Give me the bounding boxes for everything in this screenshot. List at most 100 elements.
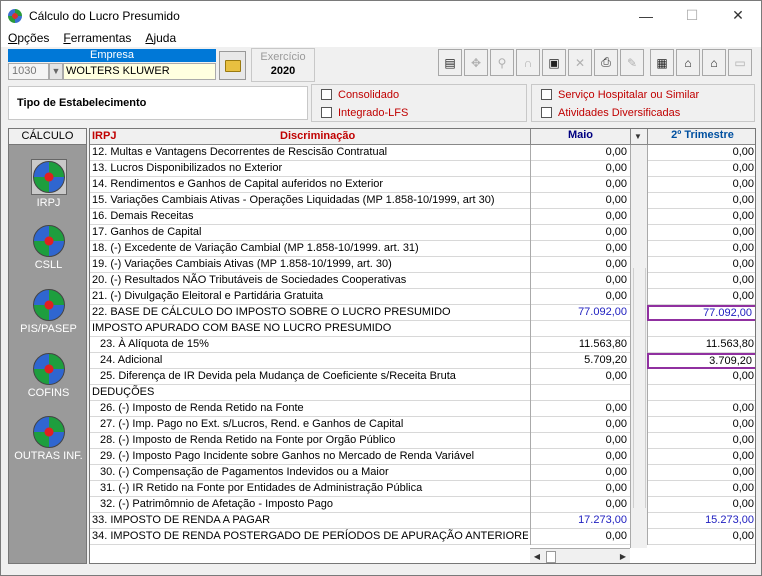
empresa-code-field[interactable]: 1030 [8, 63, 49, 80]
row-value-maio[interactable]: 0,00 [530, 417, 630, 433]
open-folder-button[interactable] [219, 51, 246, 80]
row-value-maio[interactable]: 0,00 [530, 465, 630, 481]
atividades-diversificadas-checkbox[interactable]: Atividades Diversificadas [541, 104, 754, 121]
table-row: 14. Rendimentos e Ganhos de Capital aufe… [90, 177, 755, 193]
sidebar-item-irpj[interactable]: IRPJ [9, 159, 88, 209]
row-value-trimestre: 0,00 [647, 193, 755, 209]
row-value-maio[interactable]: 0,00 [530, 225, 630, 241]
delete-icon[interactable]: ✕ [568, 49, 592, 76]
tool-icon[interactable]: ✎ [620, 49, 644, 76]
col-header-irpj: IRPJ [92, 130, 117, 142]
row-value-maio[interactable]: 0,00 [530, 177, 630, 193]
row-value-maio[interactable]: 0,00 [530, 145, 630, 161]
minimize-button[interactable]: — [623, 1, 669, 30]
servico-hospitalar-checkbox[interactable]: Serviço Hospitalar ou Similar [541, 86, 754, 103]
calculo-grid: IRPJ Discriminação Maio ▼ 2º Trimestre 1… [89, 128, 756, 564]
scroll-right-icon[interactable]: ▶ [616, 550, 630, 564]
row-value-maio[interactable] [530, 321, 630, 337]
navigate-icon[interactable]: ✥ [464, 49, 488, 76]
row-value-maio[interactable]: 0,00 [530, 401, 630, 417]
exercicio-label: Exercício [260, 51, 306, 63]
row-value-maio[interactable]: 5.709,20 [530, 353, 630, 369]
magnet-icon[interactable]: ∩ [516, 49, 540, 76]
print-icon[interactable]: ⎙ [594, 49, 618, 76]
sidebar-item-outras-inf[interactable]: OUTRAS INF. [9, 416, 88, 462]
table-row: 34. IMPOSTO DE RENDA POSTERGADO DE PERÍO… [90, 529, 755, 545]
empresa-spin-button[interactable]: ▼ [49, 63, 63, 80]
checkbox-icon [321, 89, 332, 100]
horizontal-scrollbar[interactable]: ◀ ▶ [530, 548, 630, 564]
row-value-maio[interactable]: 0,00 [530, 273, 630, 289]
table-row: 28. (-) Imposto de Renda Retido na Fonte… [90, 433, 755, 449]
row-description: 29. (-) Imposto Pago Incidente sobre Gan… [100, 450, 475, 462]
row-value-maio[interactable]: 77.092,00 [530, 305, 630, 321]
document-icon[interactable]: ▤ [438, 49, 462, 76]
row-value-trimestre [647, 321, 755, 337]
row-value-maio[interactable]: 0,00 [530, 161, 630, 177]
row-value-maio[interactable]: 0,00 [530, 481, 630, 497]
search-icon[interactable]: ⚲ [490, 49, 514, 76]
row-value-maio[interactable]: 0,00 [530, 497, 630, 513]
scroll-thumb-horizontal[interactable] [546, 550, 556, 563]
checkbox-icon [541, 107, 552, 118]
bank-icon[interactable]: ⌂ [676, 49, 700, 76]
row-value-trimestre: 0,00 [647, 529, 755, 545]
globe-icon [32, 353, 65, 385]
row-value-trimestre: 3.709,20 [647, 353, 755, 369]
row-value-maio[interactable]: 0,00 [530, 289, 630, 305]
row-value-maio[interactable] [530, 385, 630, 401]
grid-header: IRPJ Discriminação Maio ▼ 2º Trimestre [90, 129, 755, 145]
scroll-thumb[interactable] [633, 268, 646, 508]
row-value-trimestre: 0,00 [647, 449, 755, 465]
month-dropdown-button[interactable]: ▼ [630, 129, 645, 144]
table-row: 21. (-) Divulgação Eleitoral e Partidári… [90, 289, 755, 305]
col-header-discriminacao: Discriminação [280, 130, 356, 142]
report-icon[interactable]: ▦ [650, 49, 674, 76]
row-description: 33. IMPOSTO DE RENDA A PAGAR [92, 514, 271, 526]
row-value-maio[interactable]: 0,00 [530, 209, 630, 225]
row-value-trimestre: 0,00 [647, 209, 755, 225]
table-row: 24. Adicional 5.709,20 3.709,20 [90, 353, 755, 369]
scroll-left-icon[interactable]: ◀ [530, 550, 544, 564]
row-value-trimestre: 0,00 [647, 257, 755, 273]
integrado-checkbox[interactable]: Integrado-LFS [321, 104, 526, 121]
window-icon[interactable]: ▭ [728, 49, 752, 76]
save-icon[interactable]: ▣ [542, 49, 566, 76]
table-row: DEDUÇÕES [90, 385, 755, 401]
menu-opcoes[interactable]: Opções [1, 31, 56, 45]
row-description: 23. À Alíquota de 15% [100, 338, 209, 350]
vertical-scrollbar[interactable] [630, 145, 647, 548]
sidebar-item-csll[interactable]: CSLL [9, 225, 88, 271]
bank-alt-icon[interactable]: ⌂ [702, 49, 726, 76]
row-value-trimestre: 0,00 [647, 273, 755, 289]
table-row: 13. Lucros Disponibilizados no Exterior 0… [90, 161, 755, 177]
menu-bar: Opções Ferramentas Ajuda [1, 29, 761, 47]
row-description: 28. (-) Imposto de Renda Retido na Fonte… [100, 434, 396, 446]
row-value-maio[interactable]: 0,00 [530, 257, 630, 273]
app-globe-icon [8, 8, 22, 23]
row-value-maio[interactable]: 11.563,80 [530, 337, 630, 353]
consolidado-checkbox[interactable]: Consolidado [321, 86, 526, 103]
row-value-maio[interactable]: 0,00 [530, 433, 630, 449]
sidebar-item-cofins[interactable]: COFINS [9, 353, 88, 399]
row-value-trimestre: 0,00 [647, 465, 755, 481]
menu-ferramentas[interactable]: Ferramentas [56, 31, 138, 45]
exercicio-panel: Exercício 2020 [251, 48, 315, 82]
empresa-name-field[interactable]: WOLTERS KLUWER [63, 63, 216, 80]
row-value-maio[interactable]: 0,00 [530, 529, 630, 545]
row-value-maio[interactable]: 0,00 [530, 193, 630, 209]
menu-ajuda[interactable]: Ajuda [138, 31, 183, 45]
row-value-trimestre: 0,00 [647, 481, 755, 497]
close-button[interactable]: ✕ [715, 1, 761, 30]
maximize-button[interactable]: ☐ [669, 1, 715, 30]
globe-icon [32, 225, 65, 257]
row-value-maio[interactable]: 0,00 [530, 241, 630, 257]
table-row: IMPOSTO APURADO COM BASE NO LUCRO PRESUM… [90, 321, 755, 337]
row-value-maio[interactable]: 17.273,00 [530, 513, 630, 529]
sidebar-item-pis-pasep[interactable]: PIS/PASEP [9, 289, 88, 335]
table-row: 20. (-) Resultados NÃO Tributáveis de So… [90, 273, 755, 289]
row-value-maio[interactable]: 0,00 [530, 369, 630, 385]
row-value-maio[interactable]: 0,00 [530, 449, 630, 465]
row-value-trimestre [647, 385, 755, 401]
row-description: 25. Diferença de IR Devida pela Mudança … [100, 370, 456, 382]
